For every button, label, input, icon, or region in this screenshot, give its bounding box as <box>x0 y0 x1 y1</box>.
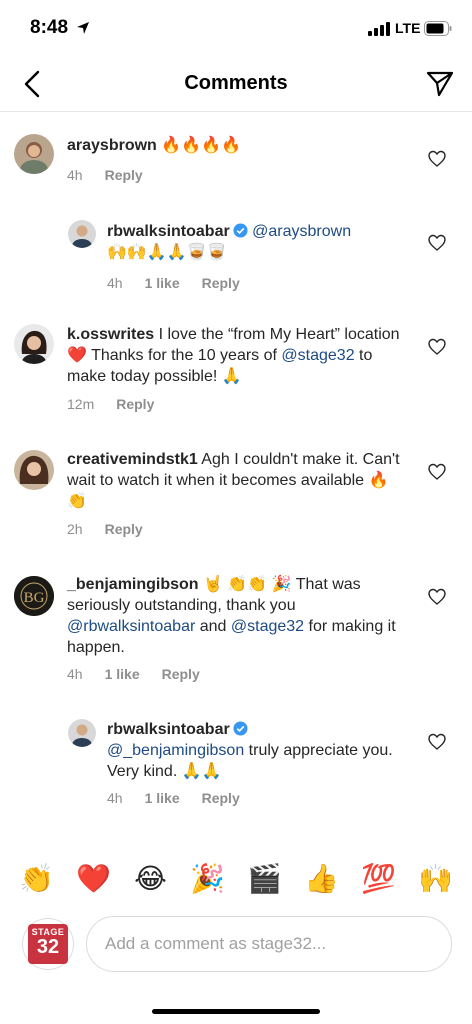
comment-text: 🙌🙌🙏🙏🥃🥃 <box>107 244 227 261</box>
comment-username[interactable]: araysbrown <box>67 137 157 154</box>
emoji-clap-button[interactable]: 👏 <box>15 862 59 895</box>
page-title: Comments <box>184 72 288 94</box>
emoji-laugh-button[interactable]: 😂 <box>129 862 173 895</box>
location-arrow-icon <box>77 22 89 34</box>
avatar[interactable] <box>14 324 54 364</box>
emoji-raised-hands-button[interactable]: 🙌 <box>414 862 458 895</box>
comment-mention[interactable]: @stage32 <box>281 347 354 364</box>
comment-body: creativemindstk1 Agh I couldn't make it.… <box>67 449 407 512</box>
comment-input[interactable] <box>86 916 452 972</box>
heart-icon[interactable] <box>428 150 446 168</box>
logo-text-number: 32 <box>36 936 60 958</box>
verified-badge-icon <box>233 721 248 736</box>
emoji-quick-bar: 👏 ❤️ 😂 🎉 🎬 👍 💯 🙌 <box>0 852 472 904</box>
share-button[interactable] <box>422 66 458 102</box>
likes-count[interactable]: 1 like <box>145 790 180 806</box>
comment-mention[interactable]: @_benjamingibson <box>107 742 244 759</box>
svg-text:BG: BG <box>24 590 45 606</box>
reply-button[interactable]: Reply <box>162 666 200 682</box>
emoji-party-button[interactable]: 🎉 <box>186 862 230 895</box>
heart-icon[interactable] <box>428 588 446 606</box>
signal-icon <box>368 22 390 36</box>
reply-button[interactable]: Reply <box>202 790 240 806</box>
comment-text: 🔥🔥🔥🔥 <box>156 137 241 154</box>
stage32-logo: STAGE 32 <box>28 924 68 964</box>
comment-item: creativemindstk1 Agh I couldn't make it.… <box>0 437 472 552</box>
comment-list: araysbrown 🔥🔥🔥🔥 4h Reply rbwalksintoabar… <box>0 112 472 842</box>
avatar[interactable] <box>14 450 54 490</box>
comment-meta: 4h 1 like Reply <box>107 790 240 806</box>
comment-meta: 4h 1 like Reply <box>67 666 200 682</box>
emoji-heart-button[interactable]: ❤️ <box>72 862 116 895</box>
comment-time: 4h <box>107 275 123 291</box>
comment-mention[interactable]: @araysbrown <box>252 223 351 240</box>
comment-body: araysbrown 🔥🔥🔥🔥 <box>67 135 417 156</box>
status-bar: 8:48 LTE <box>0 0 472 56</box>
comment-username[interactable]: rbwalksintoabar <box>107 721 230 738</box>
comment-username[interactable]: creativemindstk1 <box>67 451 198 468</box>
network-label: LTE <box>395 20 421 36</box>
verified-badge-icon <box>233 223 248 238</box>
home-indicator[interactable] <box>152 1009 320 1014</box>
reply-item: rbwalksintoabar @araysbrown 🙌🙌🙏🙏🥃🥃 4h 1 … <box>0 204 472 304</box>
comment-body: rbwalksintoabar @araysbrown 🙌🙌🙏🙏🥃🥃 <box>107 221 417 263</box>
avatar[interactable] <box>68 220 96 248</box>
likes-count[interactable]: 1 like <box>105 666 140 682</box>
comment-composer: STAGE 32 <box>0 912 472 976</box>
battery-icon <box>424 21 452 36</box>
status-time: 8:48 <box>30 17 69 38</box>
comment-time: 4h <box>67 167 83 183</box>
reply-button[interactable]: Reply <box>105 167 143 183</box>
heart-icon[interactable] <box>428 463 446 481</box>
comment-time: 12m <box>67 396 95 412</box>
comment-meta: 2h Reply <box>67 521 143 537</box>
header: Comments <box>0 56 472 112</box>
comment-body: rbwalksintoabar @_benjamingibson truly a… <box>107 719 417 782</box>
reply-button[interactable]: Reply <box>105 521 143 537</box>
comment-item: k.osswrites I love the “from My Heart” l… <box>0 312 472 427</box>
emoji-thumbs-up-button[interactable]: 👍 <box>300 862 344 895</box>
heart-icon[interactable] <box>428 733 446 751</box>
likes-count[interactable]: 1 like <box>145 275 180 291</box>
heart-icon[interactable] <box>428 338 446 356</box>
reply-item: rbwalksintoabar @_benjamingibson truly a… <box>0 702 472 822</box>
reply-button[interactable]: Reply <box>116 396 154 412</box>
comment-username[interactable]: k.osswrites <box>67 326 154 343</box>
comment-time: 2h <box>67 521 83 537</box>
comment-username[interactable]: rbwalksintoabar <box>107 223 230 240</box>
current-user-avatar[interactable]: STAGE 32 <box>22 918 74 970</box>
comment-username[interactable]: _benjamingibson <box>67 576 199 593</box>
comment-mention[interactable]: @stage32 <box>231 618 304 635</box>
comment-time: 4h <box>67 666 83 682</box>
comment-body: _benjamingibson 🤘 👏👏 🎉 That was seriousl… <box>67 574 412 658</box>
comment-item: araysbrown 🔥🔥🔥🔥 4h Reply <box>0 112 472 204</box>
comment-meta: 4h Reply <box>67 167 143 183</box>
emoji-clapper-button[interactable]: 🎬 <box>243 862 287 895</box>
avatar[interactable] <box>68 719 96 747</box>
heart-icon[interactable] <box>428 234 446 252</box>
emoji-hundred-button[interactable]: 💯 <box>357 862 401 895</box>
paper-plane-icon <box>426 71 454 97</box>
comment-body: k.osswrites I love the “from My Heart” l… <box>67 324 407 387</box>
comment-time: 4h <box>107 790 123 806</box>
comment-meta: 4h 1 like Reply <box>107 275 240 291</box>
comment-item: BG _benjamingibson 🤘 👏👏 🎉 That was serio… <box>0 562 472 692</box>
avatar[interactable] <box>14 134 54 174</box>
avatar[interactable]: BG <box>14 576 54 616</box>
comment-mention[interactable]: @rbwalksintoabar <box>67 618 195 635</box>
reply-button[interactable]: Reply <box>202 275 240 291</box>
comment-text: and <box>195 618 231 635</box>
comment-meta: 12m Reply <box>67 396 154 412</box>
